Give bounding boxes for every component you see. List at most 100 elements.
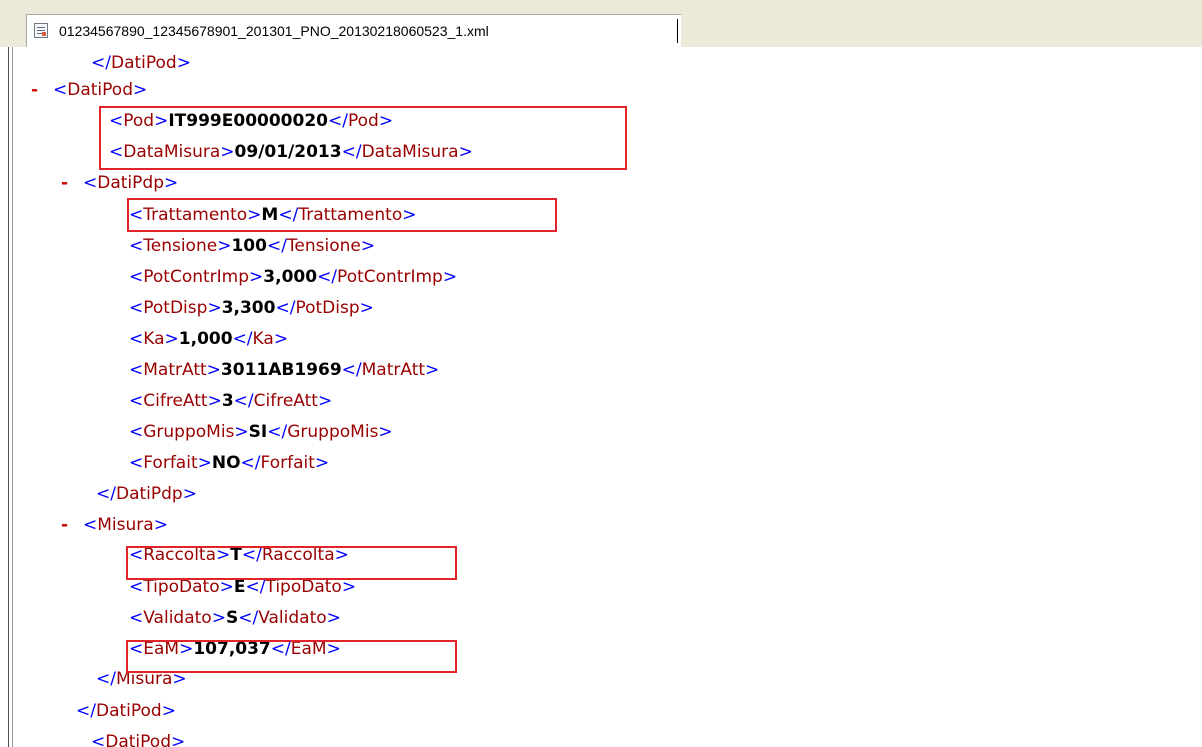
closing-tag-name: MatrAtt <box>361 360 426 380</box>
tag-name: Validato <box>143 608 212 628</box>
tag-close-bracket: > <box>314 453 330 473</box>
xml-line-cifreatt: <CifreAtt>3</CifreAtt> <box>129 391 332 411</box>
tag-name: Misura <box>97 515 154 535</box>
tag-name: Tensione <box>143 236 218 256</box>
closing-tag-name: Validato <box>258 608 327 628</box>
tag-open-bracket: </ <box>267 422 288 442</box>
tag-close-bracket: > <box>249 267 264 287</box>
tag-close-bracket: > <box>170 732 186 747</box>
tag-open-bracket: < <box>53 80 68 100</box>
tag-open-bracket: < <box>129 298 144 318</box>
xml-line-next-datipod-open: <DatiPod> <box>91 732 185 747</box>
xml-line-potcontrimp: <PotContrImp>3,000</PotContrImp> <box>129 267 457 287</box>
tag-open-bracket: < <box>129 329 144 349</box>
file-tab[interactable]: 01234567890_12345678901_201301_PNO_20130… <box>26 14 681 47</box>
xml-line-matratt: <MatrAtt>3011AB1969</MatrAtt> <box>129 360 439 380</box>
tag-close-bracket: > <box>360 236 376 256</box>
tag-close-bracket: > <box>163 173 179 193</box>
tag-name: TipoDato <box>143 577 220 597</box>
tag-name: PotContrImp <box>143 267 250 287</box>
tag-open-bracket: </ <box>275 298 296 318</box>
element-value: SI <box>248 422 268 442</box>
element-value: 3011AB1969 <box>220 360 342 380</box>
tag-name: GruppoMis <box>143 422 235 442</box>
file-tab-label: 01234567890_12345678901_201301_PNO_20130… <box>59 23 489 39</box>
tag-close-bracket: > <box>359 298 374 318</box>
xml-line-validato: <Validato>S</Validato> <box>129 608 341 628</box>
tag-open-bracket: < <box>129 577 144 597</box>
tag-open-bracket: </ <box>238 608 259 628</box>
tag-close-bracket: > <box>442 267 458 287</box>
tag-open-bracket: < <box>129 267 144 287</box>
closing-tag-name: PotContrImp <box>337 267 443 287</box>
tag-open-bracket: < <box>129 422 144 442</box>
tag-open-bracket: </ <box>96 484 116 504</box>
highlight-box-pod-datamisura <box>99 106 627 170</box>
tag-name: DatiPdp <box>97 173 164 193</box>
tag-close-bracket: > <box>378 422 393 442</box>
tag-open-bracket: </ <box>91 53 111 73</box>
element-value: 3,000 <box>263 267 318 287</box>
tag-open-bracket: </ <box>76 701 96 721</box>
element-value: NO <box>211 453 241 473</box>
tag-open-bracket: < <box>129 391 144 411</box>
tab-text-cursor <box>677 19 678 43</box>
tag-close-bracket: > <box>217 236 232 256</box>
tag-open-bracket: </ <box>96 669 116 689</box>
xml-line-datipod-open[interactable]: - <DatiPod> <box>31 80 147 100</box>
tag-open-bracket: < <box>129 453 144 473</box>
closing-tag-name: TipoDato <box>265 577 342 597</box>
tag-name: DatiPod <box>95 701 162 721</box>
tag-open-bracket: </ <box>245 577 266 597</box>
xml-line-datipdp-open[interactable]: - <DatiPdp> <box>61 173 178 193</box>
tag-open-bracket: < <box>91 732 106 747</box>
collapse-toggle[interactable]: - <box>61 173 83 193</box>
highlight-box-eam <box>126 640 457 673</box>
xml-line-forfait: <Forfait>NO</Forfait> <box>129 453 329 473</box>
tag-name: DatiPod <box>67 80 133 100</box>
xml-line-tipodato: <TipoDato>E</TipoDato> <box>129 577 356 597</box>
tag-open-bracket: < <box>83 515 98 535</box>
tag-close-bracket: > <box>153 515 168 535</box>
tag-close-bracket: > <box>176 53 191 73</box>
tag-open-bracket: < <box>129 236 144 256</box>
tag-open-bracket: </ <box>240 453 261 473</box>
tag-close-bracket: > <box>341 577 357 597</box>
tag-close-bracket: > <box>207 298 222 318</box>
element-value: 100 <box>231 236 267 256</box>
xml-file-icon <box>34 23 48 38</box>
closing-tag-name: CifreAtt <box>253 391 318 411</box>
tag-name: Forfait <box>143 453 198 473</box>
xml-line-gruppomis: <GruppoMis>SI</GruppoMis> <box>129 422 393 442</box>
tag-open-bracket: < <box>129 608 144 628</box>
xml-line-misura-open[interactable]: - <Misura> <box>61 515 168 535</box>
xml-line-potdisp: <PotDisp>3,300</PotDisp> <box>129 298 374 318</box>
tag-close-bracket: > <box>326 608 341 628</box>
tag-close-bracket: > <box>182 484 197 504</box>
tag-close-bracket: > <box>219 577 234 597</box>
closing-tag-name: Tensione <box>286 236 361 256</box>
tag-name: CifreAtt <box>143 391 208 411</box>
closing-tag-name: PotDisp <box>295 298 360 318</box>
element-value: 1,000 <box>178 329 233 349</box>
closing-tag-name: Ka <box>252 329 274 349</box>
xml-line-datipdp-close: </DatiPdp> <box>96 484 197 504</box>
collapse-toggle[interactable]: - <box>61 515 83 535</box>
tag-close-bracket: > <box>197 453 212 473</box>
tag-open-bracket: </ <box>233 391 254 411</box>
tab-strip: 01234567890_12345678901_201301_PNO_20130… <box>0 0 1202 47</box>
collapse-toggle[interactable]: - <box>31 80 53 100</box>
tag-close-bracket: > <box>234 422 249 442</box>
closing-tag-name: GruppoMis <box>287 422 379 442</box>
tag-name: DatiPod <box>105 732 171 747</box>
element-value: S <box>225 608 239 628</box>
element-value: 3,300 <box>221 298 276 318</box>
tag-open-bracket: </ <box>266 236 287 256</box>
element-value: E <box>233 577 246 597</box>
xml-line-datipod-close: </DatiPod> <box>76 701 176 721</box>
tag-name: PotDisp <box>143 298 208 318</box>
tag-close-bracket: > <box>164 329 179 349</box>
xml-viewer[interactable]: <DatiPod> </DatiPod> </Misura> <EaM>107,037… <box>8 47 1202 747</box>
tag-close-bracket: > <box>425 360 440 380</box>
tag-close-bracket: > <box>273 329 289 349</box>
